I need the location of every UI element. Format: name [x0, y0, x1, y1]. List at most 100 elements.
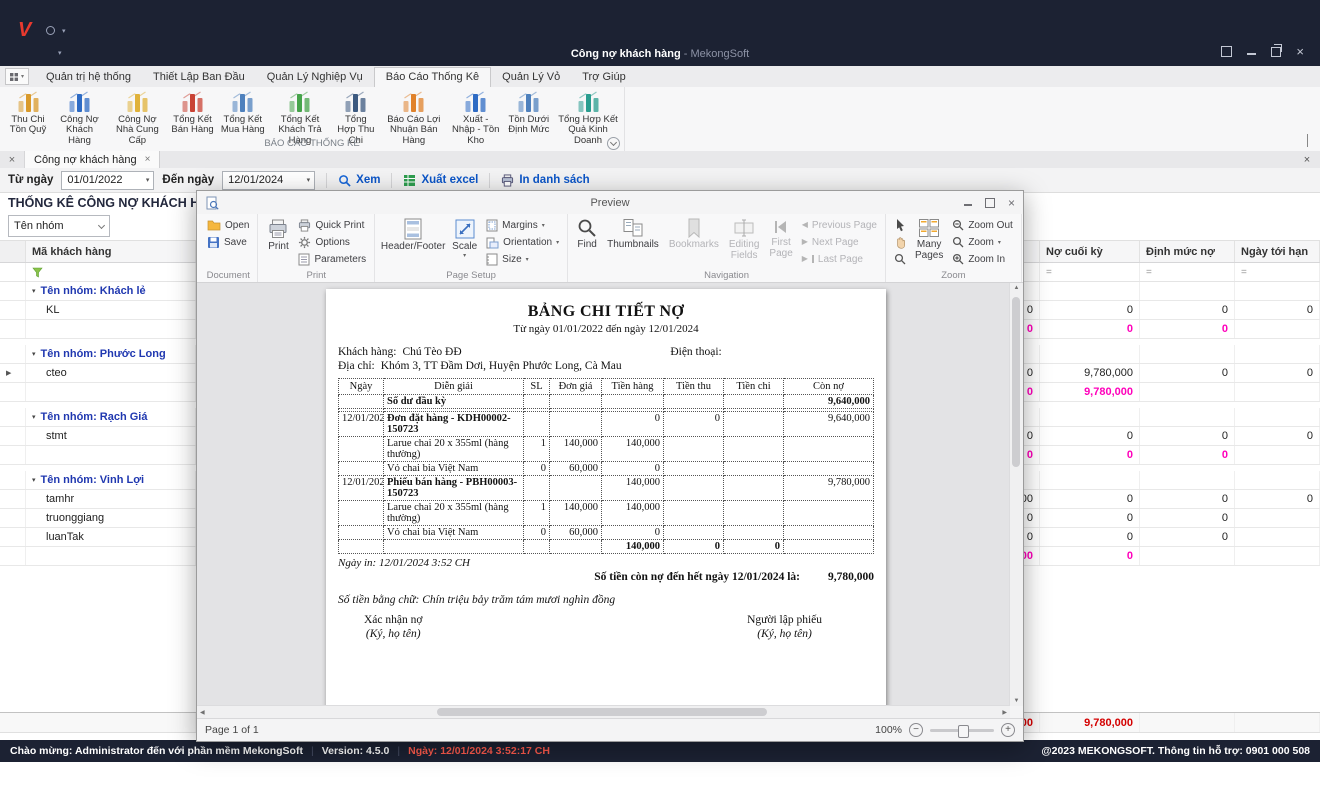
ngay-toi-han-cell[interactable]: 0 — [1235, 364, 1320, 382]
quick-print-button[interactable]: Quick Print — [295, 217, 369, 233]
column-header-ngay-toi-han[interactable]: Ngày tới hạn — [1235, 241, 1320, 262]
preview-titlebar[interactable]: Preview × — [197, 191, 1023, 214]
filter-cell-no-cuoi-ky[interactable]: = — [1040, 263, 1140, 281]
code-cell[interactable]: ▾luanTak — [26, 528, 196, 546]
ngay-toi-han-cell[interactable] — [1235, 320, 1320, 338]
row-selector-cell[interactable] — [0, 301, 26, 319]
ribbon-tab[interactable]: Quản trị hệ thống — [35, 68, 142, 87]
no-cuoi-ky-cell[interactable] — [1040, 408, 1140, 426]
ngay-toi-han-cell[interactable] — [1235, 547, 1320, 565]
row-selector-cell[interactable] — [0, 320, 26, 338]
ribbon-tab[interactable]: Thiết Lập Ban Đầu — [142, 68, 256, 87]
column-header-dinh-muc-no[interactable]: Định mức nợ — [1140, 241, 1235, 262]
ribbon-item[interactable]: Tồn Dưới Định Mức — [504, 88, 554, 138]
code-cell[interactable]: ▾cteo — [26, 364, 196, 382]
dinh-muc-no-cell[interactable]: 0 — [1140, 490, 1235, 508]
ribbon-item[interactable]: Tổng Kết Mua Hàng — [217, 88, 268, 138]
quick-access-toolbar[interactable]: ▾ — [46, 26, 66, 35]
tab-close-icon[interactable]: × — [145, 154, 151, 165]
tabbar-close-button[interactable]: × — [1294, 151, 1320, 168]
mouse-pointer-button[interactable] — [891, 217, 909, 233]
print-list-button[interactable]: In danh sách — [501, 174, 589, 187]
ngay-toi-han-cell[interactable] — [1235, 383, 1320, 401]
collapse-icon[interactable]: ▾ — [32, 350, 36, 358]
chevron-down-icon[interactable]: ▾ — [307, 176, 311, 184]
from-date-input[interactable]: 01/01/2022▾ — [61, 171, 154, 190]
no-cuoi-ky-cell[interactable]: 9,780,000 — [1040, 364, 1140, 382]
to-date-input[interactable]: 12/01/2024▾ — [222, 171, 315, 190]
row-selector-cell[interactable] — [0, 490, 26, 508]
zoom-in-button[interactable]: Zoom In — [949, 251, 1015, 267]
scrollbar-thumb[interactable] — [437, 708, 767, 716]
collapse-icon[interactable]: ▾ — [32, 287, 36, 295]
ribbon-collapse-button[interactable] — [1307, 134, 1308, 146]
dinh-muc-no-cell[interactable] — [1140, 471, 1235, 489]
code-cell[interactable]: ▾tamhr — [26, 490, 196, 508]
margins-button[interactable]: Margins▾ — [483, 217, 562, 233]
no-cuoi-ky-cell[interactable]: 0 — [1040, 320, 1140, 338]
many-pages-button[interactable]: Many Pages — [911, 217, 947, 262]
ngay-toi-han-cell[interactable] — [1235, 282, 1320, 300]
dinh-muc-no-cell[interactable]: 0 — [1140, 301, 1235, 319]
row-selector-cell[interactable] — [0, 282, 26, 300]
code-cell[interactable]: ▾ — [26, 383, 196, 401]
ribbon-tab[interactable]: Quản Lý Vỏ — [491, 68, 571, 87]
ngay-toi-han-cell[interactable] — [1235, 471, 1320, 489]
view-button[interactable]: Xem — [338, 174, 380, 187]
row-selector-cell[interactable] — [0, 383, 26, 401]
ngay-toi-han-cell[interactable] — [1235, 509, 1320, 527]
ngay-toi-han-cell[interactable]: 0 — [1235, 301, 1320, 319]
dialog-close-button[interactable]: × — [1008, 196, 1015, 210]
last-page-button[interactable]: ▶Last Page — [799, 251, 880, 267]
close-button[interactable]: × — [1296, 47, 1304, 57]
ngay-toi-han-cell[interactable] — [1235, 345, 1320, 363]
group-by-combo[interactable]: Tên nhóm — [8, 215, 110, 237]
options-button[interactable]: Options — [295, 234, 369, 250]
ribbon-item[interactable]: Tổng Kết Bán Hàng — [168, 88, 218, 138]
ngay-toi-han-cell[interactable]: 0 — [1235, 427, 1320, 445]
code-cell[interactable]: ▾KL — [26, 301, 196, 319]
print-button[interactable]: Print — [263, 217, 293, 253]
dinh-muc-no-cell[interactable] — [1140, 282, 1235, 300]
dinh-muc-no-cell[interactable] — [1140, 345, 1235, 363]
no-cuoi-ky-cell[interactable]: 0 — [1040, 427, 1140, 445]
column-header-no-cuoi-ky[interactable]: Nợ cuối kỳ — [1040, 241, 1140, 262]
scale-button[interactable]: Scale ▾ — [448, 217, 481, 261]
zoom-button[interactable]: Zoom▾ — [949, 234, 1015, 250]
ribbon-tab[interactable]: Quản Lý Nghiệp Vụ — [256, 68, 374, 87]
row-selector-cell[interactable] — [0, 547, 26, 565]
next-page-button[interactable]: ▶Next Page — [799, 234, 880, 250]
ngay-toi-han-cell[interactable] — [1235, 528, 1320, 546]
row-selector-header[interactable] — [0, 241, 26, 262]
row-selector-cell[interactable] — [0, 509, 26, 527]
ribbon-item[interactable]: Thu Chi Tồn Quỹ — [4, 88, 52, 138]
dialog-maximize-button[interactable] — [985, 198, 995, 208]
no-cuoi-ky-cell[interactable]: 9,780,000 — [1040, 383, 1140, 401]
save-button[interactable]: Save — [204, 234, 252, 250]
code-cell[interactable]: ▾ — [26, 446, 196, 464]
dinh-muc-no-cell[interactable]: 0 — [1140, 320, 1235, 338]
zoom-out-button[interactable]: Zoom Out — [949, 217, 1015, 233]
orientation-button[interactable]: Orientation▾ — [483, 234, 562, 250]
filter-cell-ngay-toi-han[interactable]: = — [1235, 263, 1320, 281]
find-button[interactable]: Find — [573, 217, 601, 251]
no-cuoi-ky-cell[interactable] — [1040, 345, 1140, 363]
code-cell[interactable]: ▾stmt — [26, 427, 196, 445]
collapse-icon[interactable]: ▾ — [32, 413, 36, 421]
first-page-button[interactable]: First Page — [765, 217, 796, 260]
scrollbar-thumb[interactable] — [1012, 297, 1020, 467]
open-button[interactable]: Open — [204, 217, 252, 233]
row-selector-cell[interactable] — [0, 345, 26, 363]
dinh-muc-no-cell[interactable] — [1140, 408, 1235, 426]
row-selector-cell[interactable] — [0, 471, 26, 489]
size-button[interactable]: Size▾ — [483, 251, 562, 267]
bookmarks-button[interactable]: Bookmarks — [665, 217, 723, 251]
zoom-in-button[interactable]: + — [1001, 723, 1015, 737]
dinh-muc-no-cell[interactable] — [1140, 383, 1235, 401]
app-menu-button[interactable]: ▾ — [5, 68, 29, 85]
filter-cell-code[interactable] — [26, 263, 196, 281]
ngay-toi-han-cell[interactable]: 0 — [1235, 490, 1320, 508]
quick-access-circle-icon[interactable] — [46, 26, 55, 35]
code-cell[interactable]: ▾Tên nhóm: Khách lẻ — [26, 282, 196, 300]
filter-cell-dinh-muc-no[interactable]: = — [1140, 263, 1235, 281]
